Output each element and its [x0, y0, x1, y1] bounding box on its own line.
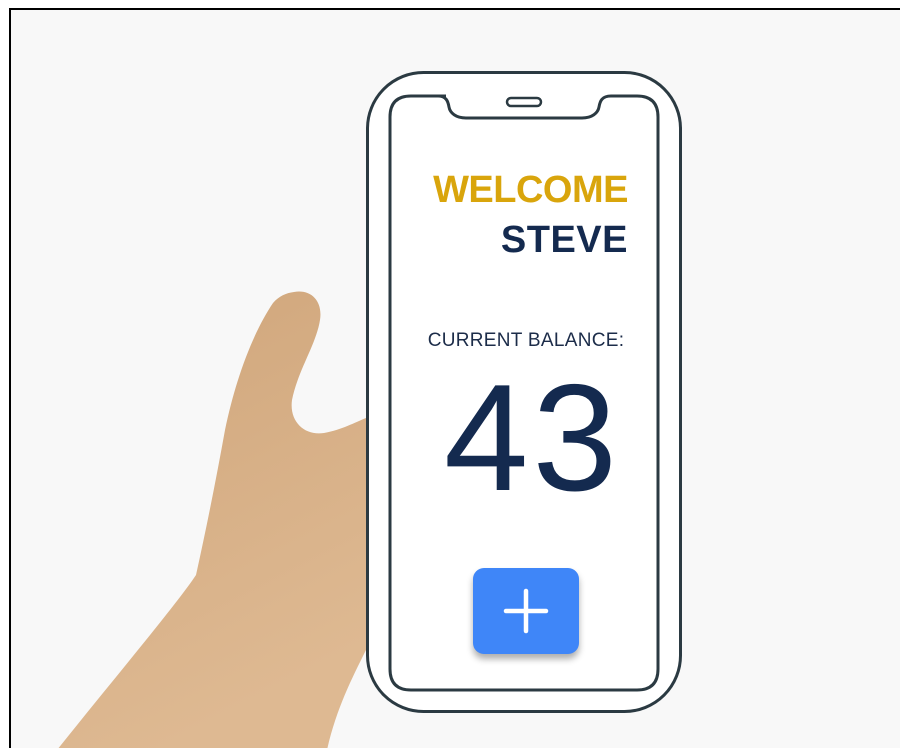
hand-shape — [58, 291, 366, 748]
welcome-title: WELCOME — [433, 169, 628, 211]
user-name: STEVE — [500, 219, 628, 261]
plus-icon — [503, 588, 549, 634]
balance-label: CURRENT BALANCE: — [427, 330, 625, 351]
scene-frame: WELCOME STEVE CURRENT BALANCE: 43 — [9, 8, 900, 748]
add-button[interactable] — [473, 568, 579, 654]
phone-screen: WELCOME STEVE CURRENT BALANCE: 43 — [391, 96, 661, 690]
balance-value: 43 — [443, 353, 622, 523]
